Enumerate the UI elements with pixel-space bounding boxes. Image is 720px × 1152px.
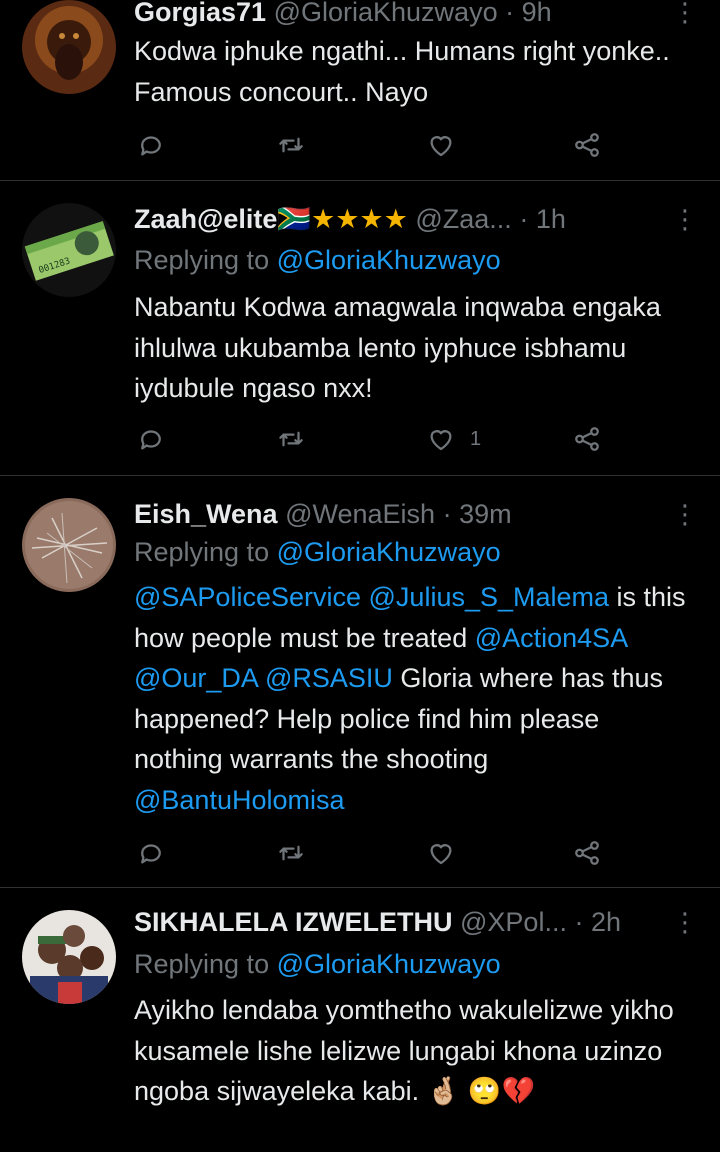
avatar[interactable]	[22, 498, 116, 592]
author-name[interactable]: Zaah@elite	[134, 204, 277, 234]
retweet-icon	[279, 845, 303, 861]
timestamp[interactable]: 2h	[591, 907, 621, 937]
share-icon	[575, 133, 599, 157]
share-icon	[575, 841, 599, 865]
author-handle[interactable]: @Zaa...	[415, 204, 511, 234]
text-fragment: Ayikho lendaba yomthetho wakulelizwe yik…	[134, 995, 674, 1106]
replying-to: Replying to @GloriaKhuzwayo	[134, 242, 501, 278]
tweet-sikhalela-izwelethu[interactable]: SIKHALELA IZWELETHU @XPol... · 2h ⋮ Repl…	[0, 888, 720, 1152]
heart-icon	[430, 844, 452, 865]
tweet-text: Ayikho lendaba yomthetho wakulelizwe yik…	[134, 990, 694, 1112]
tweet-eish-wena[interactable]: Eish_Wena @WenaEish · 39m ⋮ Replying to …	[0, 476, 720, 887]
action-bar	[134, 128, 614, 162]
retweet-icon	[279, 431, 303, 447]
tweet-gorgias71[interactable]: Gorgias71 @GloriaKhuzwayo · 9h ⋮ Kodwa i…	[0, 0, 720, 180]
like-button[interactable]	[426, 836, 470, 870]
action-bar: 1	[134, 422, 614, 456]
flag-emoji: 🇿🇦	[277, 204, 311, 234]
retweet-button[interactable]	[276, 422, 306, 456]
reply-button[interactable]	[136, 836, 166, 870]
reply-button[interactable]	[136, 128, 166, 162]
share-button[interactable]	[572, 836, 602, 870]
separator: ·	[574, 907, 584, 937]
author-handle[interactable]: @XPol...	[460, 907, 567, 937]
avatar[interactable]	[22, 0, 116, 94]
retweet-button[interactable]	[276, 836, 306, 870]
like-count: 1	[470, 427, 482, 450]
tweet-text: @SAPoliceService @Julius_S_Malema is thi…	[134, 577, 694, 820]
retweet-icon	[279, 137, 303, 153]
timestamp[interactable]: 9h	[522, 0, 552, 27]
separator: ·	[505, 0, 515, 27]
mention-link[interactable]: @BantuHolomisa	[134, 785, 345, 815]
replying-label: Replying to	[134, 537, 270, 567]
mention-link[interactable]: @GloriaKhuzwayo	[277, 537, 501, 567]
separator: ·	[519, 204, 529, 234]
timestamp[interactable]: 39m	[459, 499, 512, 529]
tweet-text: Nabantu Kodwa amagwala inqwaba engaka ih…	[134, 292, 661, 403]
tweet-zaah-elite[interactable]: 001283 Zaah@elite🇿🇦★★★★ @Zaa... · 1h ⋮ R…	[0, 181, 720, 475]
reply-icon	[141, 136, 161, 156]
author-name[interactable]: Eish_Wena	[134, 499, 278, 529]
action-bar	[134, 836, 614, 870]
heart-icon	[430, 136, 452, 157]
replying-label: Replying to	[134, 949, 270, 979]
timestamp[interactable]: 1h	[536, 204, 566, 234]
like-button[interactable]	[426, 128, 470, 162]
tweet-text: Kodwa iphuke ngathi... Humans right yonk…	[134, 36, 670, 107]
author-name[interactable]: SIKHALELA IZWELETHU	[134, 907, 452, 937]
mention-link[interactable]: @GloriaKhuzwayo	[277, 949, 501, 979]
author-name[interactable]: Gorgias71	[134, 0, 266, 27]
avatar[interactable]	[22, 910, 116, 1004]
stars: ★★★★	[311, 204, 408, 234]
mention-link[interactable]: @Action4SA	[475, 623, 627, 653]
reply-icon	[141, 430, 161, 450]
mention-link[interactable]: @RSASIU	[265, 663, 393, 693]
heart-icon	[430, 430, 452, 451]
more-icon[interactable]: ⋮	[672, 496, 698, 532]
replying-to: Replying to @GloriaKhuzwayo	[134, 946, 501, 982]
like-button[interactable]: 1	[426, 422, 481, 456]
avatar[interactable]: 001283	[22, 203, 116, 297]
mention-link[interactable]: @GloriaKhuzwayo	[277, 245, 501, 275]
replying-to: Replying to @GloriaKhuzwayo	[134, 534, 501, 570]
more-icon[interactable]: ⋮	[672, 904, 698, 940]
replying-label: Replying to	[134, 245, 270, 275]
retweet-button[interactable]	[276, 128, 306, 162]
reply-button[interactable]	[136, 422, 166, 456]
share-icon	[575, 427, 599, 451]
mention-link[interactable]: @Our_DA	[134, 663, 257, 693]
more-icon[interactable]: ⋮	[672, 201, 698, 237]
reply-icon	[141, 844, 161, 864]
mention-link[interactable]: @Julius_S_Malema	[369, 582, 610, 612]
mention-link[interactable]: @SAPoliceService	[134, 582, 361, 612]
author-handle[interactable]: @GloriaKhuzwayo	[274, 0, 498, 27]
emoji-fragment: 🤞🏼 🙄💔	[426, 1076, 536, 1106]
share-button[interactable]	[572, 422, 602, 456]
author-handle[interactable]: @WenaEish	[285, 499, 435, 529]
more-icon[interactable]: ⋮	[672, 0, 698, 30]
share-button[interactable]	[572, 128, 602, 162]
separator: ·	[442, 499, 452, 529]
